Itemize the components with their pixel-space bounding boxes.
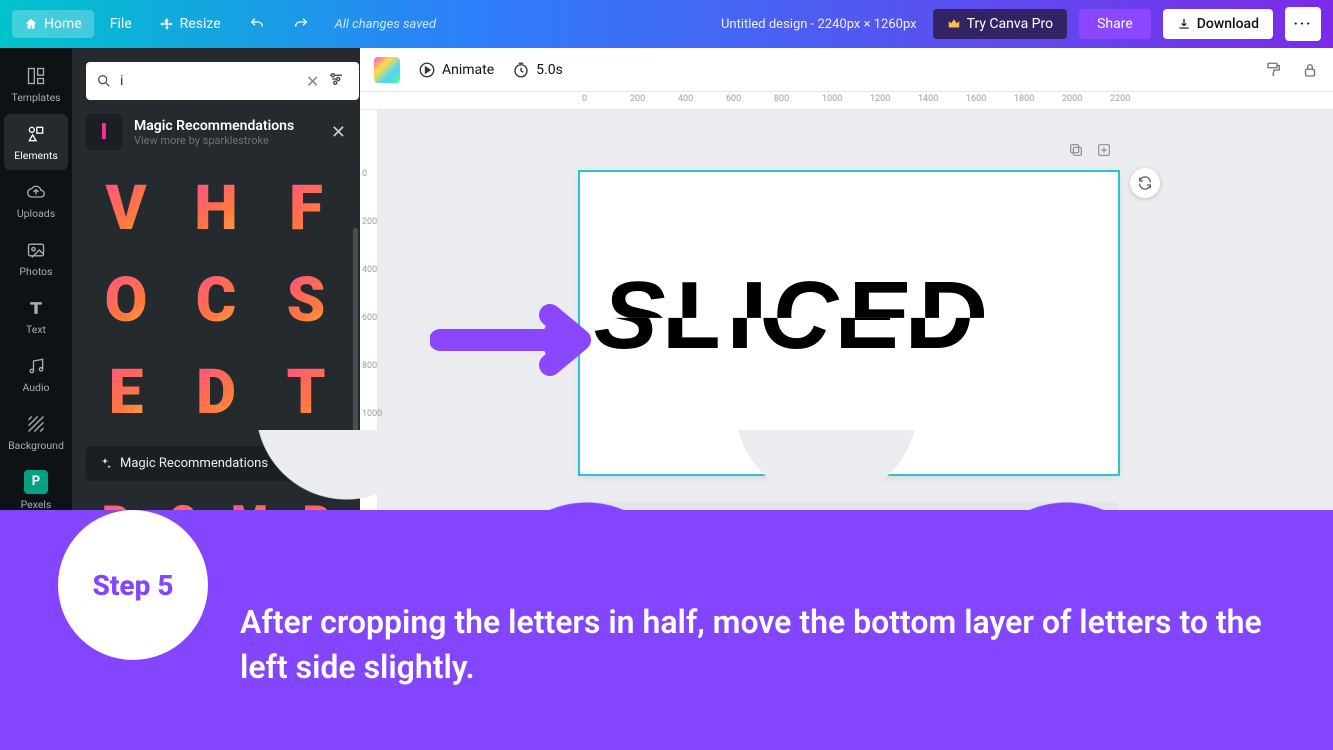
rail-photos[interactable]: Photos bbox=[4, 230, 68, 286]
ruler-tick: 200 bbox=[362, 217, 377, 227]
duration-button[interactable]: 5.0s bbox=[512, 61, 563, 79]
rail-templates[interactable]: Templates bbox=[4, 56, 68, 112]
ruler-tick: 2200 bbox=[1110, 94, 1130, 104]
rail-label: Photos bbox=[19, 265, 52, 278]
magic-rec-header: I Magic Recommendations View more by spa… bbox=[86, 114, 346, 150]
letter-element[interactable]: E bbox=[86, 352, 166, 432]
horizontal-ruler: 0 200 400 600 800 1000 1200 1400 1600 18… bbox=[360, 92, 1333, 110]
ruler-tick: 200 bbox=[630, 94, 645, 104]
ruler-tick: 600 bbox=[362, 313, 377, 323]
rail-audio[interactable]: Audio bbox=[4, 346, 68, 402]
tutorial-instruction: After cropping the letters in half, move… bbox=[240, 600, 1303, 690]
resize-label: Resize bbox=[180, 16, 221, 32]
duplicate-page-icon[interactable] bbox=[1068, 142, 1084, 158]
ruler-tick: 0 bbox=[362, 169, 367, 179]
rail-label: Templates bbox=[11, 91, 60, 104]
step-label: Step 5 bbox=[92, 569, 173, 602]
ruler-tick: 0 bbox=[582, 94, 587, 104]
ruler-tick: 1400 bbox=[918, 94, 938, 104]
letter-element[interactable]: O bbox=[86, 260, 166, 340]
letter-element[interactable]: S bbox=[266, 260, 346, 340]
resize-menu[interactable]: Resize bbox=[148, 10, 233, 38]
ruler-tick: 400 bbox=[678, 94, 693, 104]
context-toolbar: Animate 5.0s bbox=[360, 48, 1333, 92]
redo-button[interactable] bbox=[281, 10, 321, 38]
download-button[interactable]: Download bbox=[1163, 9, 1273, 39]
photos-icon bbox=[25, 239, 47, 261]
pro-label: Try Canva Pro bbox=[967, 16, 1053, 32]
paint-roller-icon[interactable] bbox=[1265, 61, 1283, 79]
animate-button[interactable]: Animate bbox=[418, 61, 494, 79]
home-button[interactable]: Home bbox=[12, 10, 94, 38]
elements-icon bbox=[25, 123, 47, 145]
ruler-tick: 600 bbox=[726, 94, 741, 104]
ruler-tick: 400 bbox=[362, 265, 377, 275]
magic-rec-thumb: I bbox=[86, 114, 122, 150]
home-icon bbox=[24, 17, 38, 31]
tutorial-step-badge: Step 5 bbox=[58, 510, 208, 660]
animate-icon bbox=[418, 61, 436, 79]
share-label: Share bbox=[1097, 16, 1133, 32]
undo-button[interactable] bbox=[237, 10, 277, 38]
letter-element[interactable]: H bbox=[176, 168, 256, 248]
ruler-tick: 1000 bbox=[822, 94, 842, 104]
uploads-icon bbox=[25, 181, 47, 203]
file-menu[interactable]: File bbox=[98, 10, 144, 38]
letter-element[interactable]: V bbox=[86, 168, 166, 248]
try-pro-button[interactable]: Try Canva Pro bbox=[933, 9, 1067, 39]
magic-rec-sub: View more by sparklestroke bbox=[134, 134, 294, 147]
top-menu-bar: Home File Resize All changes saved Untit… bbox=[0, 0, 1333, 48]
search-field[interactable]: ✕ bbox=[86, 62, 359, 100]
background-color-swatch[interactable] bbox=[374, 57, 400, 83]
ruler-tick: 800 bbox=[362, 361, 377, 371]
clear-search-icon[interactable]: ✕ bbox=[306, 72, 319, 91]
ruler-tick: 1800 bbox=[1014, 94, 1034, 104]
magic-rec-title: Magic Recommendations bbox=[134, 118, 294, 134]
duration-label: 5.0s bbox=[536, 62, 563, 78]
add-page-icon[interactable] bbox=[1096, 142, 1112, 158]
rail-text[interactable]: Text bbox=[4, 288, 68, 344]
crown-icon bbox=[947, 17, 961, 31]
resize-icon bbox=[160, 17, 174, 31]
ruler-tick: 1000 bbox=[362, 409, 382, 419]
document-title[interactable]: Untitled design - 2240px × 1260px bbox=[721, 17, 917, 32]
templates-icon bbox=[25, 65, 47, 87]
rail-label: Text bbox=[26, 323, 46, 336]
rail-label: Uploads bbox=[17, 207, 55, 220]
ruler-tick: 1600 bbox=[966, 94, 986, 104]
search-input[interactable] bbox=[120, 73, 298, 89]
text-icon bbox=[25, 297, 47, 319]
rail-uploads[interactable]: Uploads bbox=[4, 172, 68, 228]
search-icon bbox=[96, 73, 112, 89]
share-button[interactable]: Share bbox=[1079, 9, 1151, 39]
page-controls bbox=[1068, 142, 1112, 158]
auto-resize-icon[interactable] bbox=[1130, 168, 1160, 198]
file-label: File bbox=[110, 16, 132, 32]
home-label: Home bbox=[44, 16, 82, 32]
letter-element[interactable]: T bbox=[266, 352, 346, 432]
lock-icon[interactable] bbox=[1301, 61, 1319, 79]
rail-label: Audio bbox=[22, 381, 49, 394]
design-page[interactable]: SLICED SLICED bbox=[580, 172, 1118, 474]
letter-element[interactable]: F bbox=[266, 168, 346, 248]
download-label: Download bbox=[1197, 16, 1259, 32]
audio-icon bbox=[25, 355, 47, 377]
save-status: All changes saved bbox=[335, 17, 436, 32]
filter-icon[interactable] bbox=[327, 70, 349, 92]
rail-elements[interactable]: Elements bbox=[4, 114, 68, 170]
panel-scrollbar[interactable] bbox=[353, 228, 358, 438]
ruler-tick: 800 bbox=[774, 94, 789, 104]
letter-results-grid: V H F O C S E D T bbox=[86, 168, 346, 432]
letter-element[interactable]: C bbox=[176, 260, 256, 340]
rail-label: Elements bbox=[14, 149, 58, 162]
clock-icon bbox=[512, 61, 530, 79]
close-icon[interactable]: ✕ bbox=[331, 122, 346, 143]
animate-label: Animate bbox=[442, 62, 494, 78]
download-icon bbox=[1177, 17, 1191, 31]
ruler-tick: 2000 bbox=[1062, 94, 1082, 104]
more-menu-button[interactable]: ··· bbox=[1285, 7, 1321, 41]
letter-element[interactable]: D bbox=[176, 352, 256, 432]
ruler-tick: 1200 bbox=[870, 94, 890, 104]
